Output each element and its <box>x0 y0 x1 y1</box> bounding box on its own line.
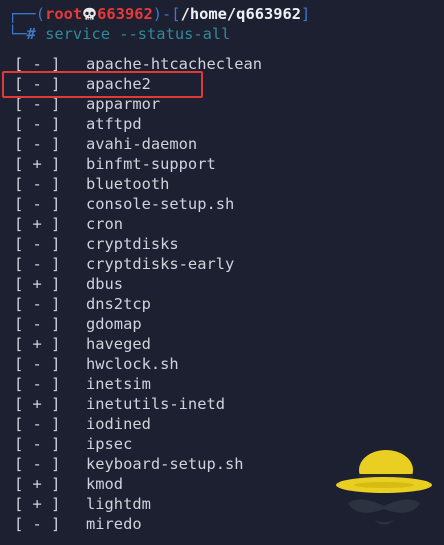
command-text: service --status-all <box>45 25 231 43</box>
service-status: [ + ] <box>14 335 61 353</box>
prompt-frame-bottom: └─ <box>8 25 27 43</box>
service-status: [ - ] <box>14 515 61 533</box>
service-row: [ - ] cryptdisks-early <box>14 254 234 274</box>
service-name: keyboard-setup.sh <box>86 455 244 473</box>
service-name: hwclock.sh <box>86 355 179 373</box>
service-row: [ - ] cryptdisks <box>14 234 179 254</box>
service-row: [ - ] ipsec <box>14 434 132 454</box>
service-row: [ - ] avahi-daemon <box>14 134 197 154</box>
highlight-box-apache2 <box>2 71 203 98</box>
prompt-path: /home/q663962 <box>180 5 302 23</box>
service-name: binfmt-support <box>86 155 216 173</box>
service-name: inetsim <box>86 375 151 393</box>
service-row: [ + ] kmod <box>14 474 123 494</box>
service-row: [ + ] dbus <box>14 274 123 294</box>
service-name: atftpd <box>86 115 142 133</box>
service-status: [ + ] <box>14 215 61 233</box>
service-status: [ + ] <box>14 395 61 413</box>
service-status: [ - ] <box>14 355 61 373</box>
service-row: [ + ] haveged <box>14 334 151 354</box>
hat-mustache-logo-icon <box>336 450 432 525</box>
service-status: [ - ] <box>14 135 61 153</box>
service-name: avahi-daemon <box>86 135 198 153</box>
service-row: [ - ] iodined <box>14 414 151 434</box>
command-line: └─# service --status-all <box>8 24 230 44</box>
prompt-frame-top: ┌──( <box>8 5 46 23</box>
service-row: [ - ] atftpd <box>14 114 142 134</box>
prompt-user: root <box>45 5 83 23</box>
service-name: lightdm <box>86 495 151 513</box>
service-row: [ + ] binfmt-support <box>14 154 216 174</box>
service-name: haveged <box>86 335 151 353</box>
service-status: [ - ] <box>14 235 61 253</box>
service-name: iodined <box>86 415 151 433</box>
service-status: [ - ] <box>14 295 61 313</box>
service-row: [ - ] miredo <box>14 514 142 534</box>
service-status: [ - ] <box>14 415 61 433</box>
service-row: [ - ] inetsim <box>14 374 151 394</box>
terminal-window[interactable]: ┌──(root 663962)-[/home/q663962] └─# serv… <box>0 0 444 545</box>
prompt-bracket-end: ] <box>301 5 311 23</box>
service-status: [ + ] <box>14 275 61 293</box>
service-status: [ - ] <box>14 375 61 393</box>
prompt-hash: # <box>26 25 36 43</box>
service-status: [ - ] <box>14 115 61 133</box>
service-name: cryptdisks-early <box>86 255 235 273</box>
prompt-separator: )-[ <box>152 5 181 23</box>
service-name: dbus <box>86 275 124 293</box>
skull-icon <box>83 7 96 20</box>
service-name: console-setup.sh <box>86 195 235 213</box>
service-status: [ - ] <box>14 455 61 473</box>
service-name: dns2tcp <box>86 295 151 313</box>
service-status: [ - ] <box>14 435 61 453</box>
service-row: [ - ] hwclock.sh <box>14 354 179 374</box>
service-name: inetutils-inetd <box>86 395 225 413</box>
service-row: [ - ] console-setup.sh <box>14 194 234 214</box>
service-status: [ - ] <box>14 195 61 213</box>
service-name: gdomap <box>86 315 142 333</box>
prompt-line: ┌──(root 663962)-[/home/q663962] <box>8 4 310 24</box>
service-name: cryptdisks <box>86 235 179 253</box>
service-status: [ - ] <box>14 255 61 273</box>
service-status: [ + ] <box>14 155 61 173</box>
service-name: kmod <box>86 475 124 493</box>
service-status: [ - ] <box>14 315 61 333</box>
service-row: [ + ] inetutils-inetd <box>14 394 225 414</box>
prompt-host: 663962 <box>97 5 153 23</box>
service-status: [ - ] <box>14 175 61 193</box>
service-name: cron <box>86 215 124 233</box>
service-row: [ - ] dns2tcp <box>14 294 151 314</box>
service-row: [ - ] keyboard-setup.sh <box>14 454 244 474</box>
service-name: miredo <box>86 515 142 533</box>
service-row: [ + ] cron <box>14 214 123 234</box>
service-row: [ + ] lightdm <box>14 494 151 514</box>
service-name: ipsec <box>86 435 133 453</box>
service-row: [ - ] gdomap <box>14 314 142 334</box>
service-status: [ + ] <box>14 495 61 513</box>
service-status: [ + ] <box>14 475 61 493</box>
service-row: [ - ] bluetooth <box>14 174 169 194</box>
service-name: bluetooth <box>86 175 170 193</box>
